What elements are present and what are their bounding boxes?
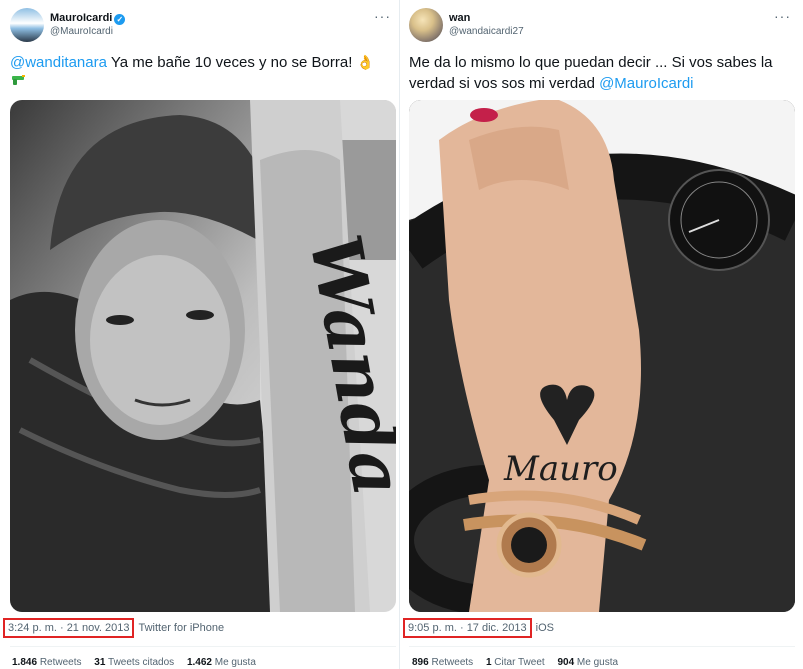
stat-quote-tweets[interactable]: 1 Citar Tweet	[486, 657, 545, 668]
tweet-stats: 1.846 Retweets 31 Tweets citados 1.462 M…	[12, 657, 266, 668]
tattoo-text: Mauro	[503, 449, 618, 489]
display-name[interactable]: MauroIcardi ✓	[50, 12, 126, 25]
more-options-icon[interactable]: ···	[774, 8, 791, 24]
tweet-wandaicardi: wan @wandaicardi27 ··· Me da lo mismo lo…	[401, 0, 803, 669]
mention-link[interactable]: @MauroIcardi	[599, 75, 693, 92]
tweet-date[interactable]: 3:24 p. m. · 21 nov. 2013	[3, 618, 135, 638]
ok-hand-icon: 👌	[356, 54, 374, 70]
avatar[interactable]	[10, 8, 44, 42]
tweet-stats: 896 Retweets 1 Citar Tweet 904 Me gusta	[412, 657, 628, 668]
tweet-photo[interactable]: Wanda	[10, 100, 396, 612]
user-handle[interactable]: @wandaicardi27	[449, 26, 524, 37]
stat-retweets[interactable]: 896 Retweets	[412, 657, 473, 668]
user-handle[interactable]: @MauroIcardi	[50, 26, 113, 37]
tweet-source[interactable]: iOS	[536, 622, 554, 634]
display-name-text[interactable]: MauroIcardi	[50, 12, 112, 24]
mention-link[interactable]: @wanditanara	[10, 54, 107, 71]
tweet-text: @wanditanara Ya me bañe 10 veces y no se…	[10, 52, 390, 73]
stat-retweets[interactable]: 1.846 Retweets	[12, 657, 82, 668]
tweet-body: Ya me bañe 10 veces y no se Borra!	[106, 54, 357, 71]
tweet-meta: 3:24 p. m. · 21 nov. 2013 Twitter for iPh…	[3, 618, 224, 638]
stat-likes[interactable]: 1.462 Me gusta	[187, 657, 256, 668]
stat-quote-tweets[interactable]: 31 Tweets citados	[94, 657, 174, 668]
divider	[10, 646, 396, 647]
divider	[409, 646, 795, 647]
tweet-meta: 9:05 p. m. · 17 dic. 2013 iOS	[403, 618, 554, 638]
display-name[interactable]: wan	[449, 12, 470, 24]
tweet-source[interactable]: Twitter for iPhone	[138, 622, 224, 634]
tweet-mauroicardi: MauroIcardi ✓ @MauroIcardi ··· @wanditana…	[0, 0, 400, 669]
more-options-icon[interactable]: ···	[374, 8, 391, 24]
tweet-photo[interactable]: Mauro	[409, 100, 795, 612]
stat-likes[interactable]: 904 Me gusta	[557, 657, 618, 668]
tweet-body: Me da lo mismo lo que puedan decir ... S…	[409, 54, 773, 92]
water-pistol-icon	[10, 73, 26, 91]
avatar[interactable]	[409, 8, 443, 42]
tweet-text: Me da lo mismo lo que puedan decir ... S…	[409, 52, 794, 94]
tweet-date[interactable]: 9:05 p. m. · 17 dic. 2013	[403, 618, 532, 638]
verified-badge-icon: ✓	[114, 14, 126, 25]
